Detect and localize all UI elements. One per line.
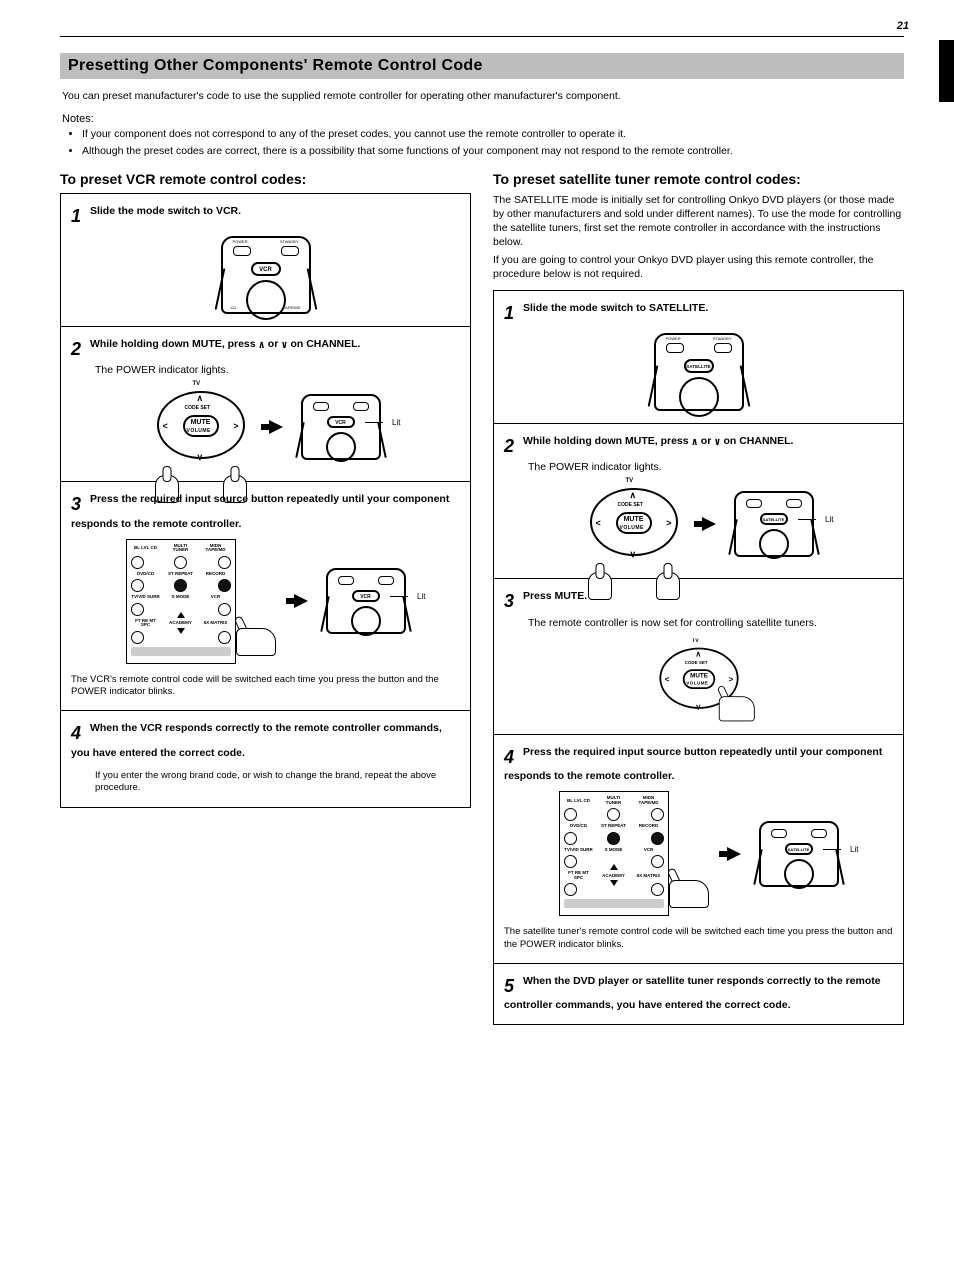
chevron-down-icon: ∨ [281, 338, 287, 352]
chevron-left-icon: < [163, 421, 168, 431]
codeset-label: CODE SET [185, 405, 211, 411]
tv-control-figure: TV ∧∨ <> CODE SET MUTE VOLUME [584, 482, 684, 566]
step-number: 4 [71, 721, 81, 745]
right-title: To preset satellite tuner remote control… [493, 171, 904, 187]
step-number: 1 [504, 301, 514, 325]
jog-ring-icon [246, 280, 286, 320]
step-text-b: or [701, 435, 714, 447]
remote-figure: POWER STANDBY VCR CD TAPE/MD [221, 236, 311, 314]
left-step-4: 4 When the VCR responds correctly to the… [61, 711, 470, 806]
power-button-icon [313, 402, 329, 411]
arrow-right-icon [269, 420, 283, 434]
intro-text: You can preset manufacturer's code to us… [62, 89, 902, 103]
mini-remote-figure: SATELLITE Lit [734, 491, 814, 557]
notes-title: Notes: [62, 113, 902, 125]
right-step-1: 1 Slide the mode switch to SATELLITE. PO… [494, 291, 903, 424]
mini-remote-figure: VCR Lit [301, 394, 381, 460]
lit-callout: Lit [417, 592, 425, 601]
step-number: 5 [504, 974, 514, 998]
mode-switch: VCR [327, 416, 355, 428]
right-step-4: 4 Press the required input source button… [494, 735, 903, 964]
step-text-b: or [268, 338, 281, 350]
step-note: The POWER indicator lights. [528, 460, 893, 474]
step-number: 1 [71, 204, 81, 228]
step-subnote: The satellite tuner's remote control cod… [504, 926, 893, 951]
step-number: 3 [71, 492, 81, 516]
power-button-icon [233, 246, 251, 256]
note-item: If your component does not correspond to… [82, 127, 904, 141]
step-number: 3 [504, 589, 514, 613]
left-title: To preset VCR remote control codes: [60, 171, 471, 187]
step-text: Press the required input source button r… [71, 493, 449, 529]
hand-pointer-icon [649, 868, 709, 908]
lit-callout: Lit [392, 418, 400, 427]
standby-label: STANDBY [280, 239, 299, 244]
step-note: The POWER indicator lights. [95, 363, 460, 377]
step-number: 4 [504, 745, 514, 769]
left-step-3: 3 Press the required input source button… [61, 482, 470, 711]
step-text: When the DVD player or satellite tuner r… [504, 975, 881, 1011]
left-step-2: 2 While holding down MUTE, press ∧ or ∨ … [61, 327, 470, 482]
chevron-up-icon: ∧ [197, 393, 204, 404]
step-subnote: If you enter the wrong brand code, or wi… [95, 770, 460, 795]
right-step-5: 5 When the DVD player or satellite tuner… [494, 964, 903, 1024]
step-text: Slide the mode switch to VCR. [90, 205, 241, 217]
section-bar: Presetting Other Components' Remote Cont… [60, 53, 904, 79]
section-tab [939, 40, 954, 102]
step-text: When the VCR responds correctly to the r… [71, 722, 442, 758]
tv-control-figure: TV ∧ ∨ < > CODE SET MUTE VOLUME [151, 385, 251, 469]
remote-figure: POWER STANDBY SATELLITE [654, 333, 744, 411]
right-intro-p1: The SATELLITE mode is initially set for … [493, 193, 904, 250]
step-number: 2 [504, 434, 514, 458]
top-rule [60, 36, 904, 37]
standby-button-icon [281, 246, 299, 256]
step-text: Press the required input source button r… [504, 746, 882, 782]
arrow-right-icon [727, 847, 741, 861]
standby-button-icon [353, 402, 369, 411]
arrow-right-icon [702, 517, 716, 531]
right-intro: The SATELLITE mode is initially set for … [493, 193, 904, 282]
mini-remote-figure: SATELLITE Lit [759, 821, 839, 887]
step-text-c: on CHANNEL. [290, 338, 360, 350]
chevron-down-icon: ∨ [197, 452, 204, 463]
power-label: POWER [233, 239, 248, 244]
mini-remote-figure: VCR Lit [326, 568, 406, 634]
step-subnote: The remote controller is now set for con… [528, 616, 893, 630]
page-number: 21 [897, 20, 909, 32]
notes-list: If your component does not correspond to… [82, 127, 904, 158]
chevron-up-icon: ∧ [259, 338, 265, 352]
right-step-3: 3 Press MUTE. The remote controller is n… [494, 579, 903, 734]
right-procedure-box: 1 Slide the mode switch to SATELLITE. PO… [493, 290, 904, 1026]
step-text-c: on CHANNEL. [723, 435, 793, 447]
jog-ring-icon [326, 432, 356, 462]
chevron-up-icon: ∧ [692, 435, 698, 449]
mode-switch: VCR [251, 262, 281, 276]
volume-label: VOLUME [187, 428, 211, 434]
arrow-right-icon [294, 594, 308, 608]
step-number: 2 [71, 337, 81, 361]
bl-label: CD [231, 305, 237, 310]
step-text: Press MUTE. [523, 590, 587, 602]
hand-pointer-icon [216, 616, 276, 656]
right-intro-p2: If you are going to control your Onkyo D… [493, 253, 904, 281]
tv-label: TV [193, 381, 201, 387]
right-step-2: 2 While holding down MUTE, press ∧ or ∨ … [494, 424, 903, 579]
chevron-right-icon: > [233, 421, 238, 431]
left-step-1: 1 Slide the mode switch to VCR. POWER ST… [61, 194, 470, 327]
step-text-a: While holding down MUTE, press [523, 435, 692, 447]
left-procedure-box: 1 Slide the mode switch to VCR. POWER ST… [60, 193, 471, 808]
callout-line [365, 422, 383, 423]
br-label: TAPE/MD [283, 305, 300, 310]
note-item: Although the preset codes are correct, t… [82, 144, 904, 158]
chevron-down-icon: ∨ [714, 435, 720, 449]
step-text: Slide the mode switch to SATELLITE. [523, 302, 708, 314]
tv-control-figure: TV ∧∨ <> CODE SET MUTE VOLUME [654, 642, 744, 718]
step-text-a: While holding down MUTE, press [90, 338, 259, 350]
step-subnote: The VCR's remote control code will be sw… [71, 674, 460, 699]
